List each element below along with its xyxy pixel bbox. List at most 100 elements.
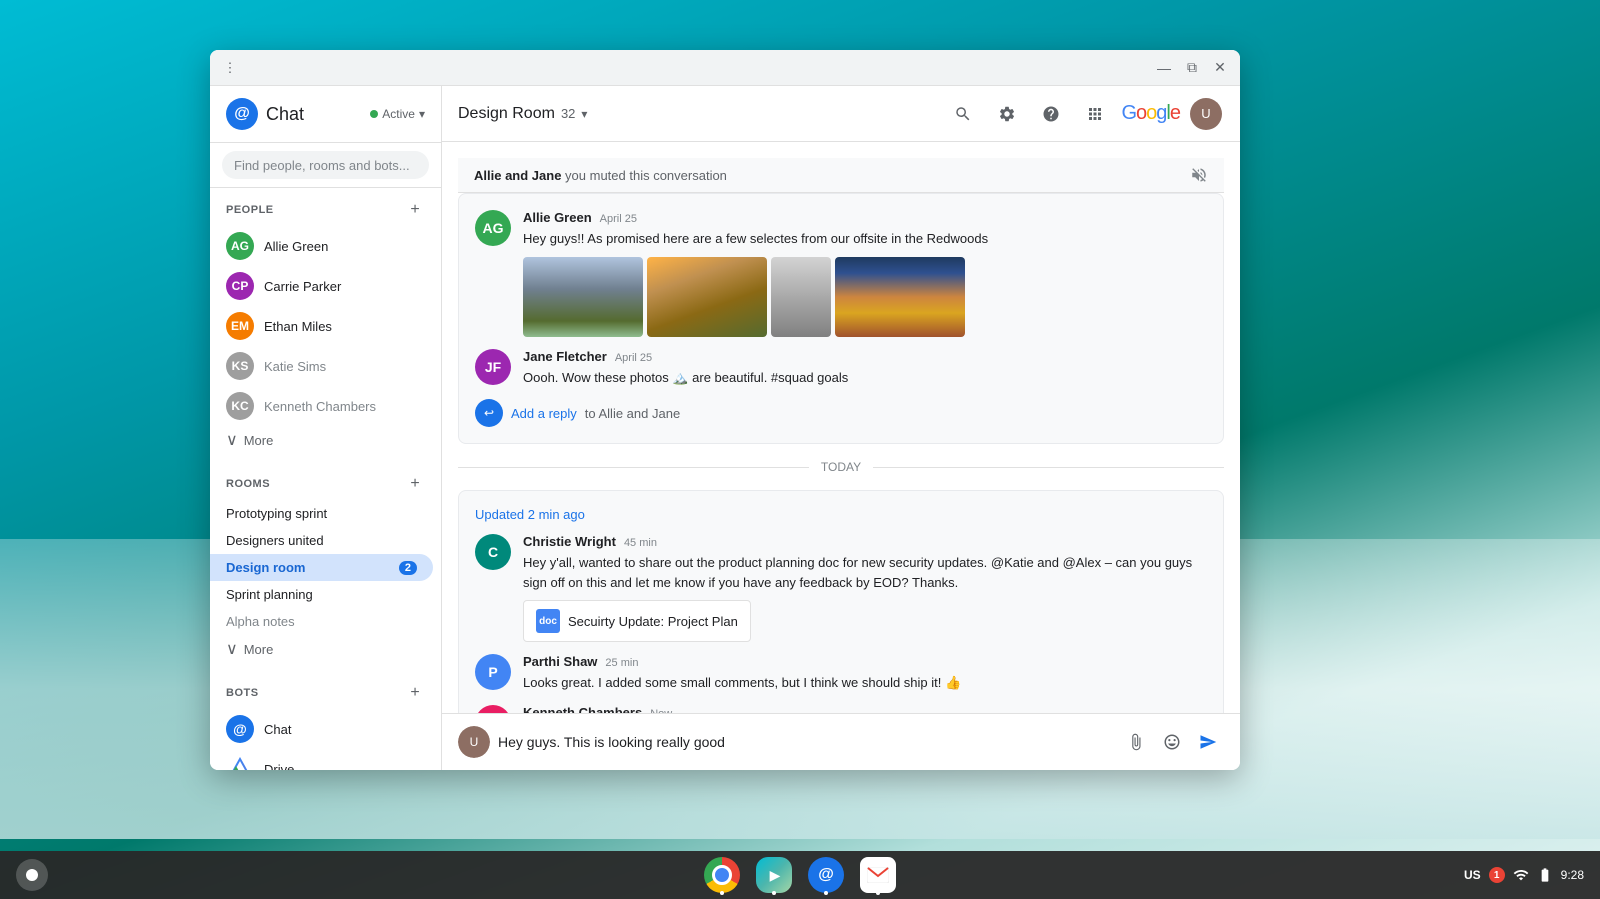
- app-logo: @: [226, 98, 258, 130]
- search-input[interactable]: [234, 158, 410, 173]
- christie-wright-time: 45 min: [624, 537, 657, 549]
- minimize-button[interactable]: —: [1152, 56, 1176, 80]
- chat-taskbar-icon[interactable]: @: [808, 857, 844, 893]
- launcher-button[interactable]: [16, 859, 48, 891]
- allie-green-name: Allie Green: [264, 239, 417, 254]
- designers-united-name: Designers united: [226, 533, 417, 548]
- settings-icon: [998, 105, 1016, 123]
- kenneth-chambers-msg-avatar: KC: [475, 705, 511, 714]
- alpha-notes-name: Alpha notes: [226, 614, 417, 629]
- sidebar-item-kenneth-chambers[interactable]: KC Kenneth Chambers: [210, 386, 433, 426]
- file-doc-icon: doc: [536, 609, 560, 633]
- sidebar-item-drive-bot[interactable]: Drive: [210, 749, 433, 770]
- profile-avatar-button[interactable]: U: [1188, 96, 1224, 132]
- christie-wright-text: Hey y'all, wanted to share out the produ…: [523, 553, 1207, 592]
- notification-badge[interactable]: 1: [1489, 867, 1505, 883]
- jane-fletcher-meta: Jane Fletcher April 25: [523, 349, 1207, 364]
- kenneth-chambers-meta: Kenneth Chambers Now: [523, 705, 1207, 714]
- active-chevron-icon: [419, 107, 425, 121]
- gmail-icon: [860, 857, 896, 893]
- reply-icon: ↩: [475, 399, 503, 427]
- user-avatar: U: [1190, 98, 1222, 130]
- add-person-button[interactable]: +: [405, 200, 425, 220]
- taskbar-right: US 1 9:28: [1464, 867, 1584, 883]
- jane-fletcher-author: Jane Fletcher: [523, 349, 607, 364]
- people-section: PEOPLE + AG Allie Green CP Carrie Parker…: [210, 188, 441, 462]
- messages-area[interactable]: Allie and Jane you muted this conversati…: [442, 142, 1240, 713]
- allie-green-text: Hey guys!! As promised here are a few se…: [523, 229, 1207, 249]
- sidebar-item-allie-green[interactable]: AG Allie Green: [210, 226, 433, 266]
- parthi-shaw-time: 25 min: [605, 657, 638, 669]
- sidebar-item-chat-bot[interactable]: @ Chat: [210, 709, 433, 749]
- maximize-button[interactable]: ⧉: [1180, 56, 1204, 80]
- photo-4[interactable]: [835, 257, 965, 337]
- chat-header: Design Room 32 ▾: [442, 86, 1240, 142]
- sidebar-item-design-room[interactable]: Design room 2: [210, 554, 433, 581]
- chrome-active-dot: [720, 891, 724, 895]
- help-button[interactable]: [1033, 96, 1069, 132]
- apps-button[interactable]: [1077, 96, 1113, 132]
- sidebar-item-carrie-parker[interactable]: CP Carrie Parker: [210, 266, 433, 306]
- google-logo: Google: [1121, 102, 1180, 125]
- help-icon: [1042, 105, 1060, 123]
- chrome-taskbar-icon[interactable]: [704, 857, 740, 893]
- title-bar: ⋮ — ⧉ ✕: [210, 50, 1240, 86]
- design-room-badge: 2: [399, 561, 417, 575]
- sidebar-item-designers-united[interactable]: Designers united: [210, 527, 433, 554]
- play-active-dot: [772, 891, 776, 895]
- allie-green-avatar: AG: [226, 232, 254, 260]
- photo-3[interactable]: [771, 257, 831, 337]
- taskbar: @ US 1 9:28: [0, 851, 1600, 899]
- katie-sims-name: Katie Sims: [264, 359, 417, 374]
- message-input[interactable]: [498, 734, 1112, 750]
- wifi-icon: [1513, 867, 1529, 883]
- gmail-taskbar-icon[interactable]: [860, 857, 896, 893]
- add-bot-button[interactable]: +: [405, 683, 425, 703]
- room-name-button[interactable]: Design Room 32 ▾: [458, 105, 587, 123]
- send-button[interactable]: [1192, 726, 1224, 758]
- title-bar-more[interactable]: ⋮: [218, 56, 242, 80]
- settings-button[interactable]: [989, 96, 1025, 132]
- allie-green-msg-avatar: AG: [475, 210, 511, 246]
- photo-1[interactable]: [523, 257, 643, 337]
- google-topbar: Google: [1121, 102, 1180, 125]
- attach-icon: [1127, 733, 1145, 751]
- bots-section-header: BOTS +: [210, 679, 441, 707]
- chat-app-icon: @: [808, 857, 844, 893]
- sidebar-item-prototyping-sprint[interactable]: Prototyping sprint: [210, 500, 433, 527]
- muted-conversation-banner: Allie and Jane you muted this conversati…: [458, 158, 1224, 193]
- search-input-wrapper[interactable]: [222, 151, 429, 179]
- katie-sims-avatar: KS: [226, 352, 254, 380]
- rooms-section-label: ROOMS: [226, 478, 270, 490]
- ethan-miles-name: Ethan Miles: [264, 319, 417, 334]
- search-button[interactable]: [945, 96, 981, 132]
- ethan-miles-avatar: EM: [226, 312, 254, 340]
- parthi-shaw-text: Looks great. I added some small comments…: [523, 673, 1207, 693]
- carrie-parker-name: Carrie Parker: [264, 279, 417, 294]
- sidebar-item-sprint-planning[interactable]: Sprint planning: [210, 581, 433, 608]
- attach-button[interactable]: [1120, 726, 1152, 758]
- jane-fletcher-body: Jane Fletcher April 25 Oooh. Wow these p…: [523, 349, 1207, 388]
- rooms-chevron-icon: ∨: [226, 639, 238, 659]
- chrome-icon: [704, 857, 740, 893]
- photo-2[interactable]: [647, 257, 767, 337]
- system-time: 9:28: [1561, 868, 1584, 882]
- sidebar-item-katie-sims[interactable]: KS Katie Sims: [210, 346, 433, 386]
- photo-grid: [523, 257, 1207, 337]
- message-thread-1: AG Allie Green April 25 Hey guys!! As pr…: [458, 193, 1224, 444]
- sidebar-item-ethan-miles[interactable]: EM Ethan Miles: [210, 306, 433, 346]
- active-status-button[interactable]: Active: [370, 107, 425, 121]
- jane-fletcher-avatar: JF: [475, 349, 511, 385]
- emoji-button[interactable]: [1156, 726, 1188, 758]
- close-button[interactable]: ✕: [1208, 56, 1232, 80]
- file-attachment[interactable]: doc Secuirty Update: Project Plan: [523, 600, 751, 642]
- rooms-more-button[interactable]: ∨ More: [210, 635, 441, 663]
- bots-section: BOTS + @ Chat Dr: [210, 671, 441, 770]
- people-more-button[interactable]: ∨ More: [210, 426, 441, 454]
- sidebar-item-alpha-notes[interactable]: Alpha notes: [210, 608, 433, 635]
- add-reply-link[interactable]: Add a reply: [511, 406, 577, 421]
- add-room-button[interactable]: +: [405, 474, 425, 494]
- sidebar-header: @ Chat Active: [210, 86, 441, 143]
- main-chat-area: Design Room 32 ▾: [442, 86, 1240, 770]
- play-store-taskbar-icon[interactable]: [756, 857, 792, 893]
